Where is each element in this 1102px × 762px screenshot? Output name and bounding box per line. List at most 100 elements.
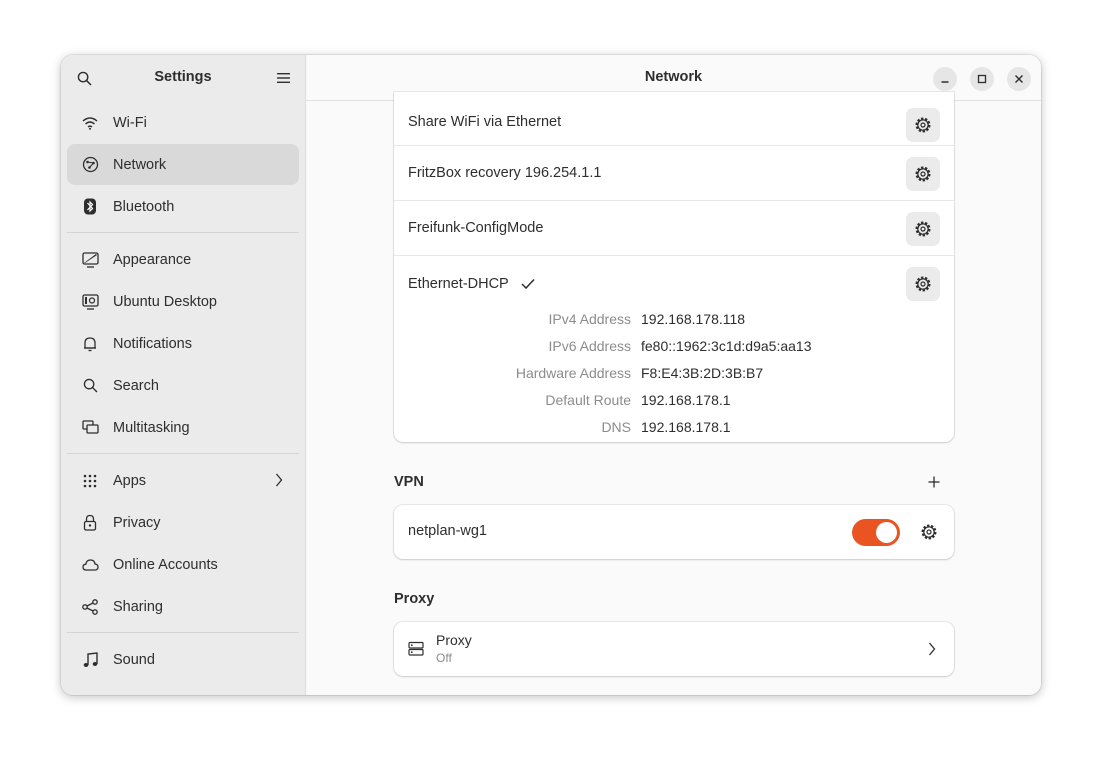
- appearance-icon: [81, 251, 99, 269]
- ethernet-name: Ethernet-DHCP: [408, 275, 509, 292]
- sidebar-separator: [67, 232, 299, 233]
- sidebar-item-bluetooth[interactable]: Bluetooth: [67, 186, 299, 227]
- sidebar-separator: [67, 453, 299, 454]
- ethernet-row[interactable]: Ethernet-DHCP: [394, 256, 954, 311]
- connection-name: Freifunk-ConfigMode: [408, 220, 544, 236]
- detail-row-default-route: Default Route 192.168.178.1: [394, 386, 954, 413]
- network-icon: [81, 156, 99, 174]
- sidebar-item-label: Appearance: [113, 251, 192, 268]
- proxy-title: Proxy: [394, 591, 435, 607]
- proxy-row-title: Proxy: [436, 632, 472, 648]
- detail-label: DNS: [601, 418, 631, 435]
- toggle-knob: [876, 522, 897, 543]
- wired-connections-card: Share WiFi via Ethernet FritzBox recover…: [394, 92, 954, 442]
- sidebar-item-appearance[interactable]: Appearance: [67, 239, 299, 280]
- proxy-section-header: Proxy: [394, 590, 954, 610]
- sidebar-item-label: Bluetooth: [113, 198, 175, 215]
- sidebar-item-label: Privacy: [113, 514, 161, 531]
- connection-row[interactable]: Share WiFi via Ethernet: [394, 92, 954, 146]
- proxy-server-icon: [408, 641, 424, 660]
- detail-value: fe80::1962:3c1d:d9a5:aa13: [641, 337, 812, 354]
- sidebar-title: Settings: [154, 69, 212, 85]
- wifi-icon: [81, 114, 99, 132]
- connection-settings-button[interactable]: [906, 157, 940, 191]
- proxy-text: Proxy Off: [436, 632, 472, 665]
- sidebar-item-privacy[interactable]: Privacy: [67, 502, 299, 543]
- chevron-right-icon: [275, 473, 283, 491]
- sidebar-item-ubuntu-desktop[interactable]: Ubuntu Desktop: [67, 281, 299, 322]
- detail-label: Default Route: [545, 391, 631, 408]
- sidebar-item-label: Wi-Fi: [113, 114, 147, 131]
- proxy-row[interactable]: Proxy Off: [394, 622, 954, 676]
- sidebar-item-label: Apps: [113, 472, 147, 489]
- sidebar-item-online-accounts[interactable]: Online Accounts: [67, 544, 299, 585]
- sidebar-item-sharing[interactable]: Sharing: [67, 586, 299, 627]
- detail-row-ipv6: IPv6 Address fe80::1962:3c1d:d9a5:aa13: [394, 332, 954, 359]
- sidebar-item-search[interactable]: Search: [67, 365, 299, 406]
- sidebar-item-notifications[interactable]: Notifications: [67, 323, 299, 364]
- ubuntu-desktop-icon: [81, 293, 99, 311]
- network-content: Share WiFi via Ethernet FritzBox recover…: [394, 92, 954, 676]
- vpn-card: netplan-wg1: [394, 505, 954, 559]
- sidebar-item-label: Multitasking: [113, 419, 190, 436]
- add-vpn-button[interactable]: [922, 470, 946, 494]
- detail-value: 192.168.178.1: [641, 391, 731, 408]
- close-button[interactable]: [1007, 67, 1031, 91]
- vpn-section-header: VPN: [394, 470, 954, 494]
- sidebar-item-label: Sound: [113, 651, 155, 668]
- sidebar-item-label: Online Accounts: [113, 556, 218, 573]
- vpn-toggle[interactable]: [852, 519, 900, 546]
- sidebar-item-apps[interactable]: Apps: [67, 460, 299, 501]
- sidebar-item-label: Search: [113, 377, 159, 394]
- checkmark-icon: [521, 278, 535, 290]
- sidebar-item-label: Notifications: [113, 335, 192, 352]
- connection-name: FritzBox recovery 196.254.1.1: [408, 165, 602, 181]
- detail-value: F8:E4:3B:2D:3B:B7: [641, 364, 764, 381]
- proxy-row-status: Off: [436, 651, 452, 665]
- gear-icon: [915, 276, 931, 292]
- sidebar-item-sound[interactable]: Sound: [67, 639, 299, 680]
- sidebar-list: Wi-Fi Network Bluetooth Appearance Ubunt…: [61, 102, 305, 680]
- music-note-icon: [81, 651, 99, 669]
- cloud-icon: [81, 556, 99, 574]
- gear-icon: [915, 166, 931, 182]
- plus-icon: [928, 476, 940, 488]
- ethernet-settings-button[interactable]: [906, 267, 940, 301]
- minimize-button[interactable]: [933, 67, 957, 91]
- connection-settings-button[interactable]: [906, 212, 940, 246]
- sidebar: Settings Wi-Fi Network Bluetooth Appeara…: [61, 55, 306, 695]
- vpn-connection-name: netplan-wg1: [408, 523, 487, 539]
- main-panel: Network Share WiFi via Ethernet FritzBox…: [306, 55, 1041, 695]
- sidebar-item-multitasking[interactable]: Multitasking: [67, 407, 299, 448]
- detail-value: 192.168.178.1: [641, 418, 731, 435]
- maximize-button[interactable]: [970, 67, 994, 91]
- detail-label: Hardware Address: [515, 364, 631, 381]
- vpn-settings-button[interactable]: [918, 521, 940, 543]
- detail-value: 192.168.178.118: [641, 310, 746, 327]
- detail-row-dns: DNS 192.168.178.1: [394, 413, 954, 440]
- gear-icon: [915, 221, 931, 237]
- connection-row[interactable]: FritzBox recovery 196.254.1.1: [394, 146, 954, 201]
- share-icon: [81, 598, 99, 616]
- hamburger-menu-icon[interactable]: [273, 68, 293, 88]
- connection-settings-button[interactable]: [906, 108, 940, 142]
- vpn-title: VPN: [394, 474, 424, 490]
- chevron-right-icon: [928, 642, 936, 659]
- bluetooth-icon: [81, 198, 99, 216]
- connection-name: Share WiFi via Ethernet: [408, 114, 562, 130]
- sidebar-item-network[interactable]: Network: [67, 144, 299, 185]
- settings-window: Settings Wi-Fi Network Bluetooth Appeara…: [61, 55, 1041, 695]
- gear-icon: [921, 524, 937, 540]
- search-icon: [81, 377, 99, 395]
- detail-row-hardware: Hardware Address F8:E4:3B:2D:3B:B7: [394, 359, 954, 386]
- sidebar-item-wifi[interactable]: Wi-Fi: [67, 102, 299, 143]
- connection-row[interactable]: Freifunk-ConfigMode: [394, 201, 954, 256]
- sidebar-header: Settings: [61, 55, 305, 101]
- apps-grid-icon: [81, 472, 99, 490]
- sidebar-separator: [67, 632, 299, 633]
- bell-icon: [81, 335, 99, 353]
- multitasking-icon: [81, 419, 99, 437]
- gear-icon: [915, 117, 931, 133]
- ethernet-details: IPv4 Address 192.168.178.118 IPv6 Addres…: [394, 305, 954, 442]
- sidebar-item-label: Ubuntu Desktop: [113, 293, 217, 310]
